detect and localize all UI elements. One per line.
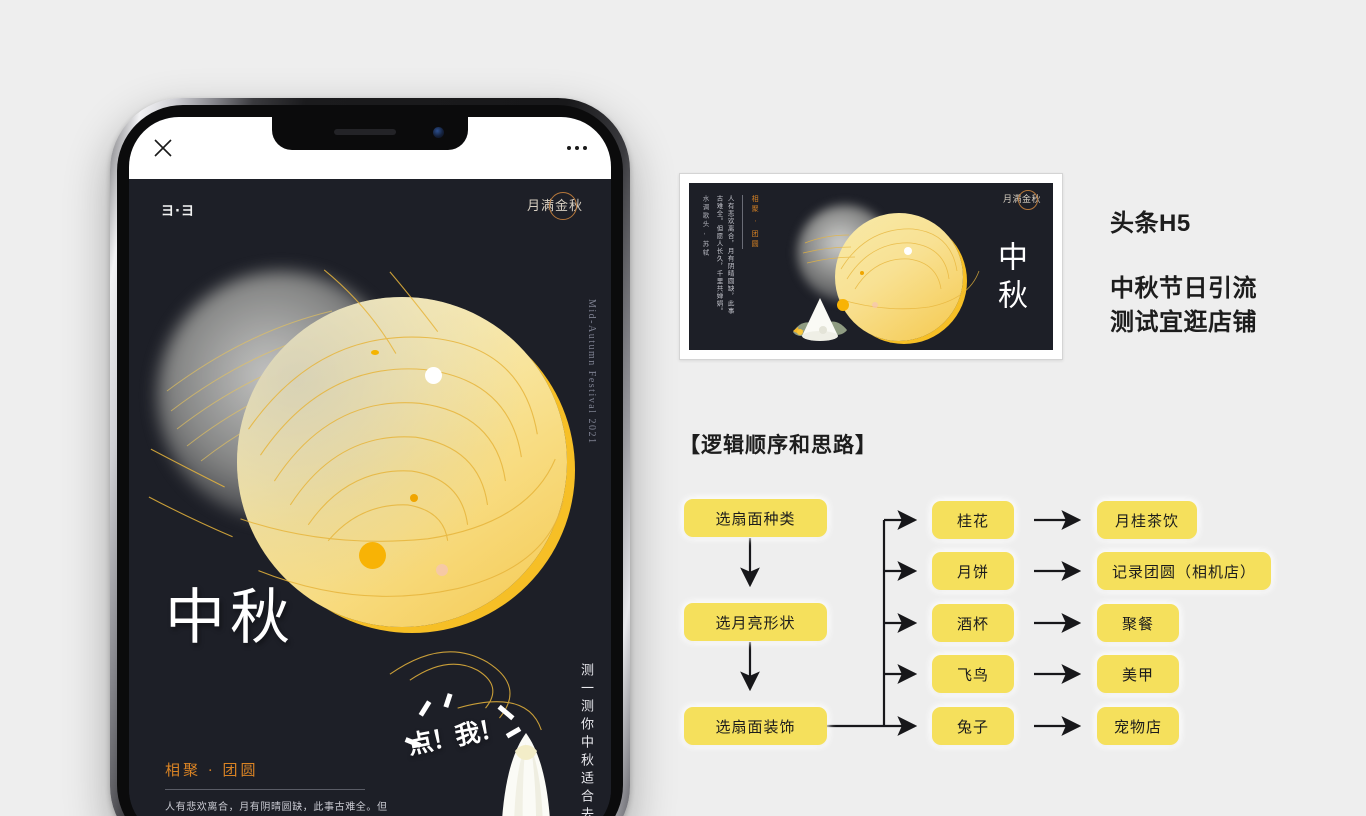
flowchart: 选扇面种类 选月亮形状 选扇面装饰 桂花 月饼 酒杯 飞鸟 兔子 月桂茶饮 记录…	[679, 490, 1299, 760]
poster-poem: 人有悲欢离合，月有阴晴圆缺，此事古难全。但愿人长久，千里共婵娟。	[165, 802, 388, 813]
flow-option-node[interactable]: 月饼	[932, 552, 1014, 590]
thumbnail-vertical-text-group: 相聚 · 团圆 人有悲欢离合，月有阴晴圆缺，此事古难全。但愿人长久，千里共婵娟。…	[699, 195, 760, 325]
badge-circled-char: 金	[548, 191, 577, 220]
earpiece-speaker-icon	[334, 129, 397, 135]
flow-option-node[interactable]: 飞鸟	[932, 655, 1014, 693]
flowchart-section-title: 【逻辑顺序和思路】	[679, 433, 877, 457]
description-line-1: 中秋节日引流	[1110, 275, 1257, 302]
headline-label: 头条H5	[1110, 210, 1191, 237]
vertical-english-caption: Mid-Autumn Festival 2021	[586, 299, 597, 445]
cta-vertical-text: 测一测你中秋适合去哪	[579, 663, 594, 816]
divider	[165, 789, 365, 790]
thumbnail-poster: 月满金秋 相聚 · 团圆 人有悲欢离合，月有阴晴圆缺，此事古难全。但愿人长久，千…	[689, 183, 1053, 350]
flow-result-node[interactable]: 记录团圆（相机店）	[1097, 552, 1271, 590]
brand-logo: ヨ·ヨ	[161, 204, 195, 219]
close-x-icon[interactable]	[153, 138, 173, 158]
flow-step-node[interactable]: 选扇面种类	[684, 499, 827, 537]
canvas: ヨ·ヨ 月满金秋 Mid-Autumn Festival 2021 中秋 相聚 …	[0, 0, 1366, 816]
flow-option-node[interactable]: 酒杯	[932, 604, 1014, 642]
thumbnail-frame[interactable]: 月满金秋 相聚 · 团圆 人有悲欢离合，月有阴晴圆缺，此事古难全。但愿人长久，千…	[679, 173, 1063, 360]
phone-notch	[272, 117, 468, 150]
moon-illustration	[129, 219, 611, 759]
thumbnail-vertical-source: 水调歌头 - 苏轼	[701, 195, 708, 258]
thumbnail-title: 中秋	[993, 241, 1026, 317]
poster-title: 中秋	[165, 585, 295, 651]
flow-result-node[interactable]: 宠物店	[1097, 707, 1179, 745]
front-camera-icon	[433, 127, 444, 138]
description-label: 中秋节日引流 测试宜逛店铺	[1110, 272, 1257, 340]
phone-mockup: ヨ·ヨ 月满金秋 Mid-Autumn Festival 2021 中秋 相聚 …	[110, 98, 630, 816]
thumbnail-vertical-poem: 人有悲欢离合，月有阴晴圆缺，此事古难全。但愿人长久，千里共婵娟。	[715, 195, 734, 315]
moon-dot-tiny	[371, 350, 379, 355]
thumbnail-dot-small	[860, 271, 864, 275]
flow-step-node[interactable]: 选月亮形状	[684, 603, 827, 641]
flow-result-node[interactable]: 月桂茶饮	[1097, 501, 1197, 539]
poster-canvas: ヨ·ヨ 月满金秋 Mid-Autumn Festival 2021 中秋 相聚 …	[129, 179, 611, 816]
flow-result-node[interactable]: 聚餐	[1097, 604, 1179, 642]
moon-dot-white	[425, 367, 442, 384]
thumbnail-vertical-title: 相聚 · 团圆	[751, 195, 760, 250]
thumbnail-dot-white	[904, 247, 912, 255]
moon-dot-amber-large	[359, 542, 386, 569]
thumbnail-divider	[742, 195, 744, 249]
flow-step-node[interactable]: 选扇面装饰	[684, 707, 827, 745]
thumbnail-dot-pink	[872, 302, 878, 308]
poster-header: ヨ·ヨ 月满金秋	[129, 179, 611, 237]
poster-subtitle: 相聚 · 团圆	[165, 763, 259, 779]
moon-dot-pink	[436, 564, 448, 576]
thumbnail-lantern-illustration	[793, 298, 847, 341]
flow-result-node[interactable]: 美甲	[1097, 655, 1179, 693]
flow-option-node[interactable]: 兔子	[932, 707, 1014, 745]
poster-badge: 月满金秋	[527, 191, 583, 220]
description-line-2: 测试宜逛店铺	[1110, 309, 1257, 337]
phone-screen: ヨ·ヨ 月满金秋 Mid-Autumn Festival 2021 中秋 相聚 …	[129, 117, 611, 816]
flow-option-node[interactable]: 桂花	[932, 501, 1014, 539]
moon-swirl-lines	[148, 269, 564, 731]
more-dots-icon[interactable]	[567, 146, 587, 150]
poster-footer: 相聚 · 团圆 人有悲欢离合，月有阴晴圆缺，此事古难全。但愿人长久，千里共婵娟。	[165, 759, 395, 816]
moon-dot-amber-small	[410, 494, 418, 502]
